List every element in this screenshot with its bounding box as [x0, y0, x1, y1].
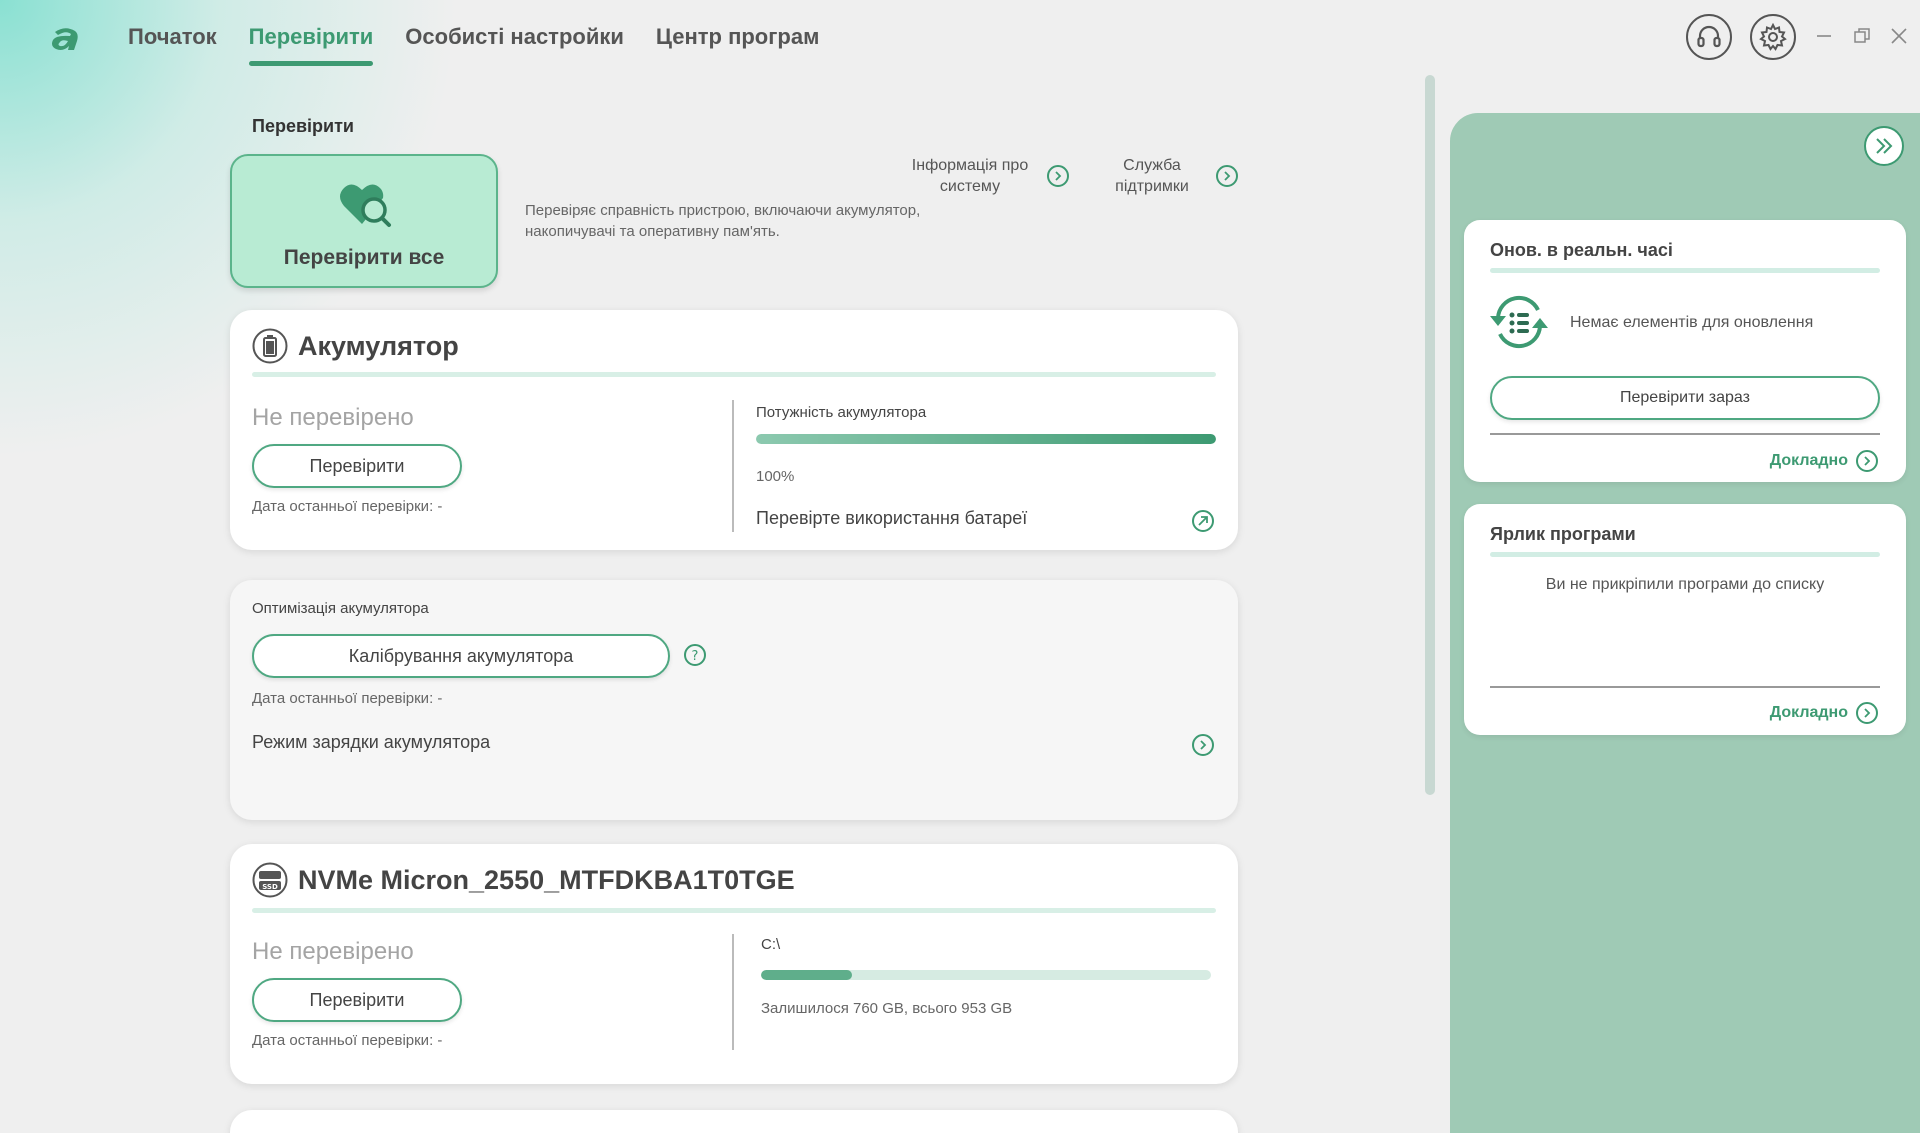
- ssd-card: SSD NVMe Micron_2550_MTFDKBA1T0TGE Не пе…: [230, 844, 1238, 1084]
- charge-mode-label[interactable]: Режим зарядки акумулятора: [252, 732, 490, 753]
- app-shortcut-card: Ярлик програми Ви не прикріпили програми…: [1464, 504, 1906, 735]
- ssd-badge: SSD: [262, 883, 278, 891]
- battery-capacity-fill: [756, 434, 1216, 444]
- battery-last-check: Дата останньої перевірки: -: [252, 498, 443, 515]
- shortcut-title: Ярлик програми: [1490, 524, 1636, 544]
- check-now-button[interactable]: Перевірити зараз: [1490, 376, 1880, 420]
- main-nav: Початок Перевірити Особисті настройки Це…: [128, 24, 819, 66]
- battery-rule: [252, 372, 1216, 377]
- restore-icon[interactable]: [1850, 24, 1874, 48]
- realtime-updates-card: Онов. в реальн. часі Немає елементів для…: [1464, 220, 1906, 482]
- battery-icon: [252, 328, 288, 364]
- divider: [732, 400, 734, 532]
- heart-search-icon: [338, 178, 394, 235]
- ssd-title: NVMe Micron_2550_MTFDKBA1T0TGE: [298, 864, 795, 895]
- updates-separator: [1490, 433, 1880, 435]
- battery-header: Акумулятор: [252, 328, 459, 364]
- chevron-right-icon: [1856, 450, 1878, 472]
- chevron-right-icon: [1856, 702, 1878, 724]
- updates-rule: [1490, 268, 1880, 273]
- ssd-check-button[interactable]: Перевірити: [252, 978, 462, 1022]
- ssd-status: Не перевірено: [252, 938, 414, 965]
- optimization-card: Оптимізація акумулятора Калібрування аку…: [230, 580, 1238, 820]
- updates-more-link[interactable]: Докладно: [1770, 450, 1878, 472]
- shortcut-rule: [1490, 552, 1880, 557]
- battery-usage-link[interactable]: Перевірте використання батареї: [756, 508, 1027, 529]
- system-info-link[interactable]: Інформація про систему: [905, 155, 1069, 197]
- ssd-header: SSD NVMe Micron_2550_MTFDKBA1T0TGE: [252, 862, 795, 898]
- shortcut-more-label: Докладно: [1769, 704, 1848, 721]
- sync-list-icon: [1488, 294, 1550, 355]
- no-updates-text: Немає елементів для оновлення: [1570, 314, 1814, 331]
- drive-usage-bar: [761, 970, 1211, 980]
- ssd-icon: SSD: [252, 862, 288, 898]
- svg-text:?: ?: [692, 649, 699, 662]
- check-description: Перевіряє справність пристрою, включаючи…: [525, 202, 921, 240]
- battery-capacity-bar: [756, 434, 1216, 444]
- ssd-rule: [252, 908, 1216, 913]
- nav-item-app-center[interactable]: Центр програм: [656, 24, 819, 66]
- optimization-last-check: Дата останньої перевірки: -: [252, 690, 443, 707]
- updates-more-label: Докладно: [1769, 452, 1848, 469]
- gear-icon[interactable]: [1750, 14, 1796, 60]
- chevron-right-icon: [1216, 165, 1238, 187]
- battery-capacity-value: 100%: [756, 468, 795, 485]
- drive-usage-fill: [761, 970, 853, 980]
- collapse-panel-icon[interactable]: [1864, 126, 1904, 166]
- help-icon[interactable]: ?: [684, 644, 706, 666]
- battery-check-button[interactable]: Перевірити: [252, 444, 462, 488]
- shortcut-separator: [1490, 686, 1880, 688]
- shortcut-empty-text: Ви не прикріпили програми до списку: [1545, 576, 1825, 593]
- support-link[interactable]: Служба підтримки: [1100, 155, 1238, 197]
- drive-space-text: Залишилося 760 GB, всього 953 GB: [761, 1000, 1013, 1017]
- scrollbar[interactable]: [1425, 75, 1435, 795]
- battery-card: Акумулятор Не перевірено Перевірити Дата…: [230, 310, 1238, 550]
- chevron-right-icon: [1047, 165, 1069, 187]
- minimize-icon[interactable]: [1812, 24, 1836, 48]
- top-bar: Початок Перевірити Особисті настройки Це…: [0, 0, 1920, 80]
- close-icon[interactable]: [1887, 24, 1911, 48]
- nav-item-check[interactable]: Перевірити: [248, 24, 373, 66]
- app-logo-icon: [48, 24, 82, 54]
- drive-label: C:\: [761, 936, 781, 953]
- ssd-last-check: Дата останньої перевірки: -: [252, 1032, 443, 1049]
- headset-icon[interactable]: [1686, 14, 1732, 60]
- optimization-title: Оптимізація акумулятора: [252, 600, 429, 617]
- section-title: Перевірити: [252, 116, 354, 136]
- shortcut-more-link[interactable]: Докладно: [1770, 702, 1878, 724]
- calibrate-battery-button[interactable]: Калібрування акумулятора: [252, 634, 670, 678]
- updates-title: Онов. в реальн. часі: [1490, 240, 1673, 260]
- next-card: [230, 1110, 1238, 1133]
- divider: [732, 934, 734, 1050]
- nav-item-home[interactable]: Початок: [128, 24, 217, 66]
- support-label: Служба підтримки: [1115, 157, 1189, 195]
- battery-title: Акумулятор: [298, 330, 459, 361]
- external-link-icon[interactable]: [1192, 510, 1214, 532]
- battery-status: Не перевірено: [252, 404, 414, 431]
- nav-item-personal-settings[interactable]: Особисті настройки: [405, 24, 624, 66]
- system-info-label: Інформація про систему: [911, 157, 1029, 195]
- chevron-right-icon[interactable]: [1192, 734, 1214, 756]
- check-all-button[interactable]: Перевірити все: [230, 154, 498, 288]
- battery-capacity-label: Потужність акумулятора: [756, 404, 927, 421]
- check-all-label: Перевірити все: [283, 246, 445, 269]
